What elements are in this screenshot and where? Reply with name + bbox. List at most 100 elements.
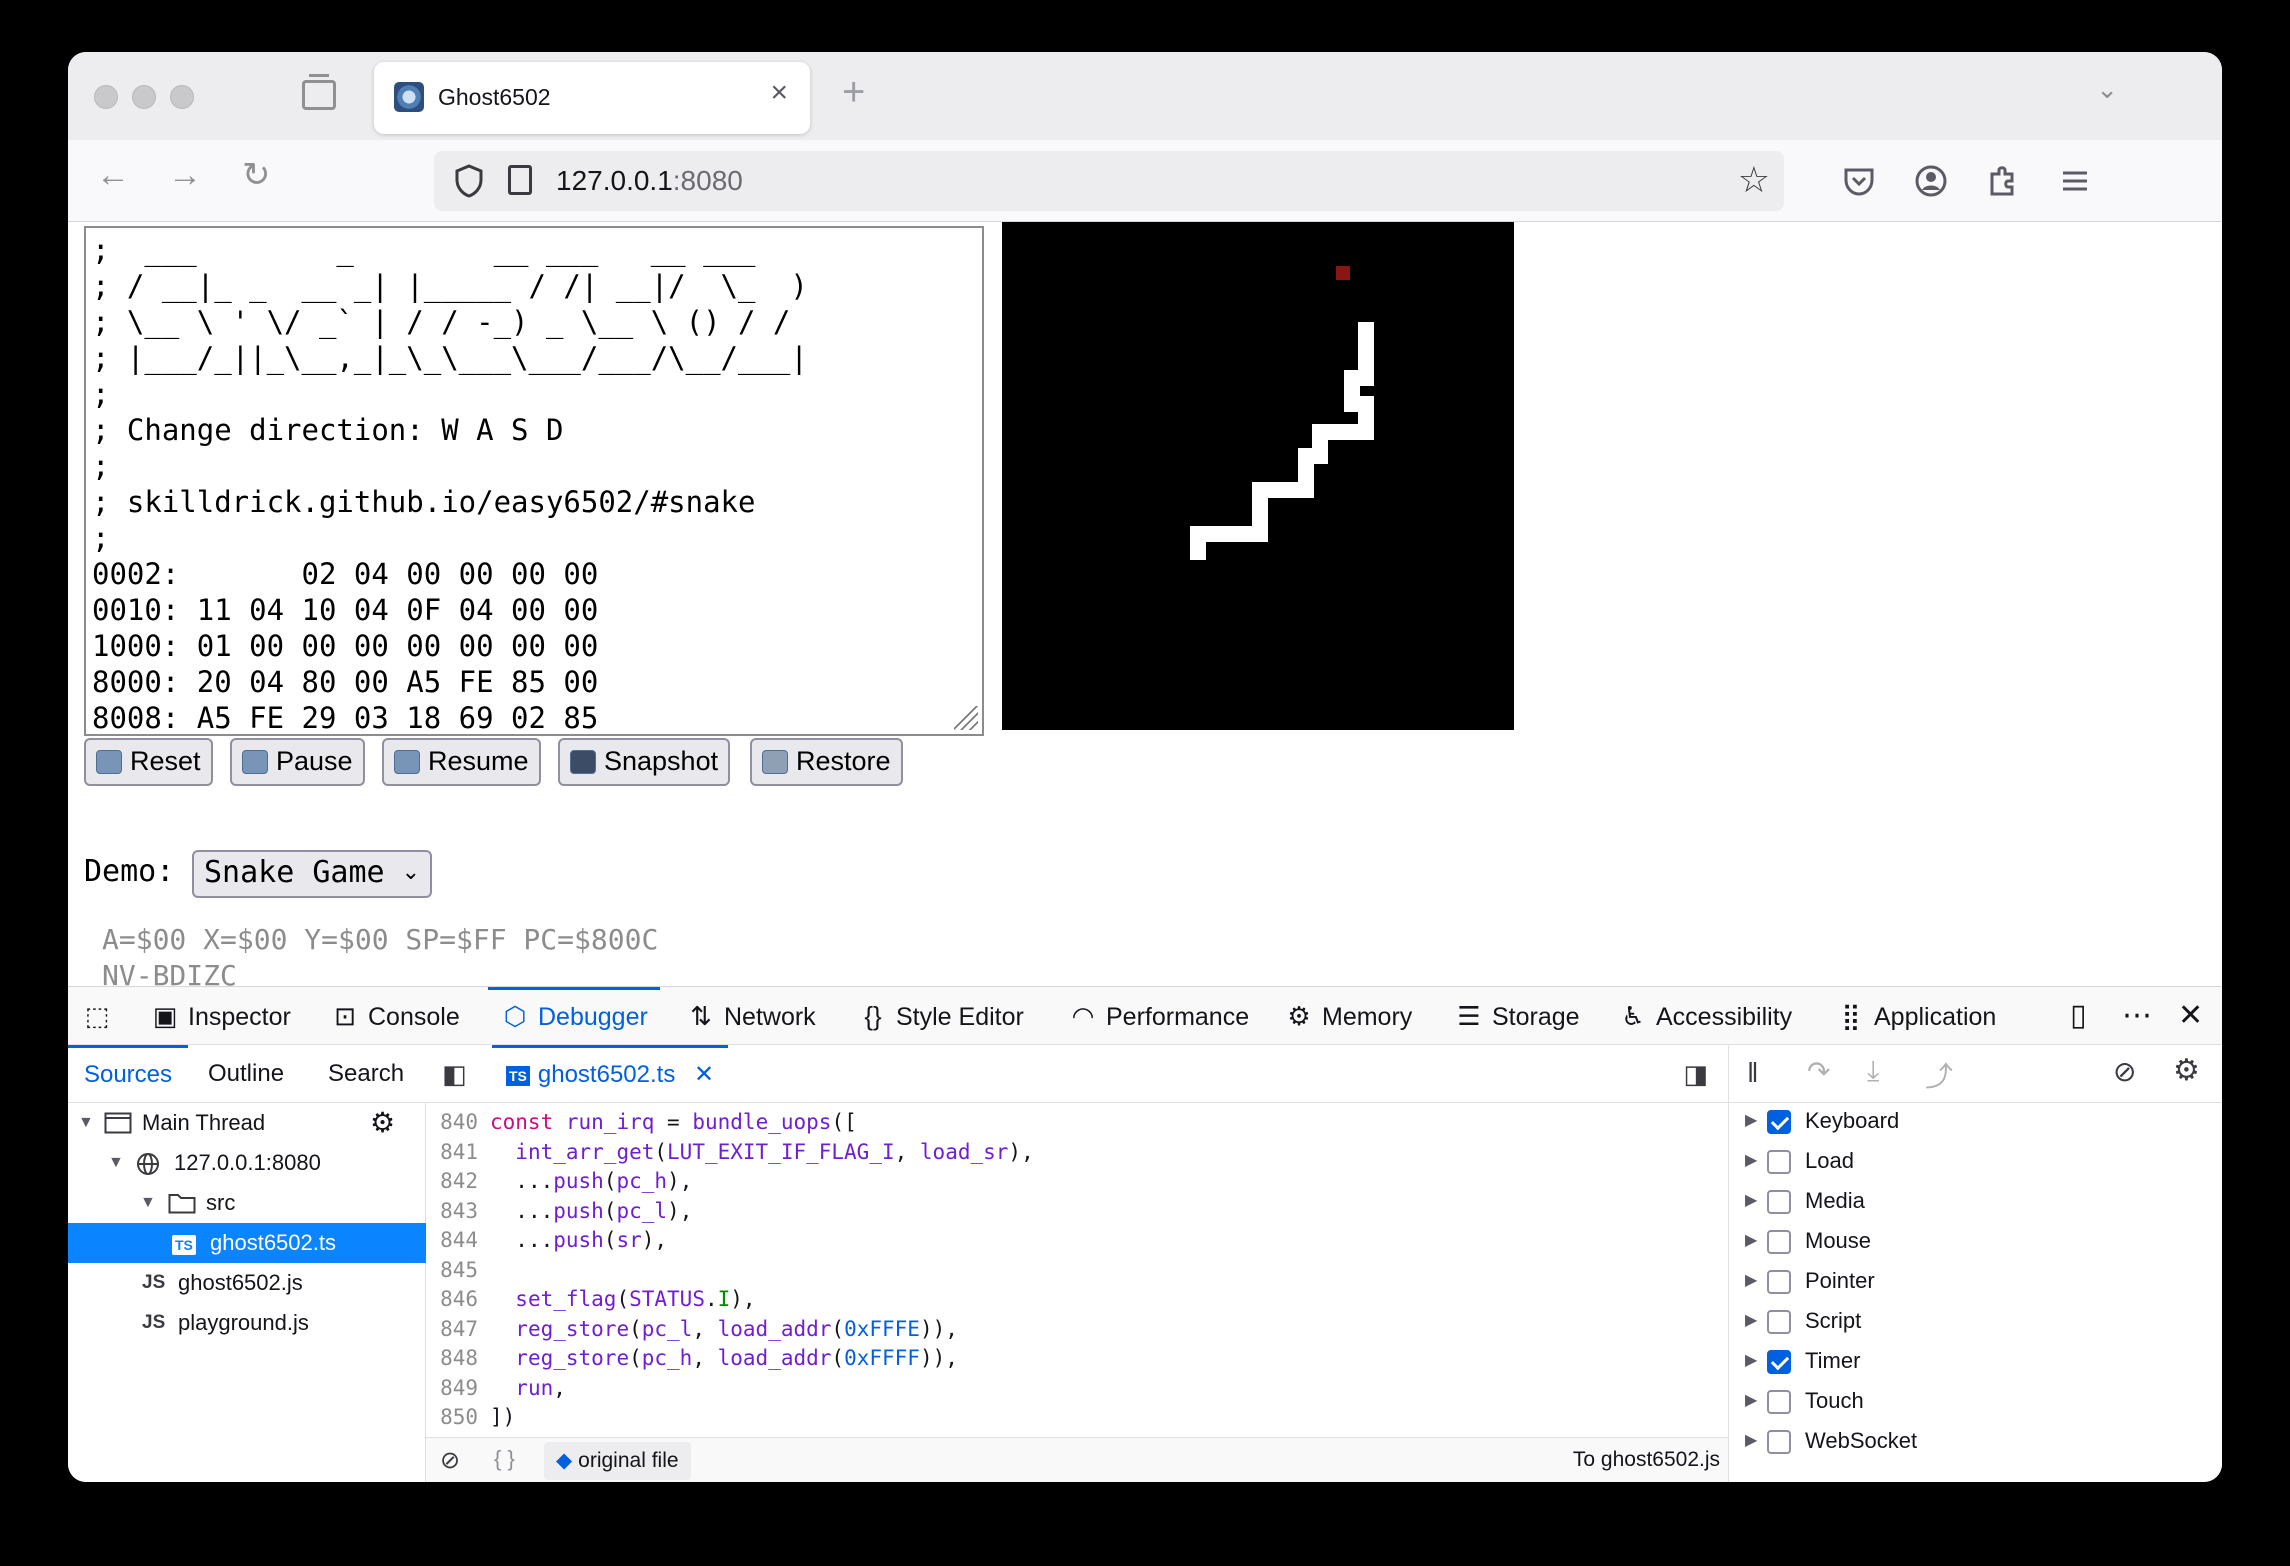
checkbox[interactable]	[1767, 1190, 1791, 1214]
tab-network[interactable]: ⇅ Network	[686, 987, 816, 1045]
line-number[interactable]: 843	[426, 1196, 478, 1226]
line-number[interactable]: 847	[426, 1314, 478, 1344]
minimize-window-button[interactable]	[132, 85, 156, 109]
code-line[interactable]: 846 set_flag(STATUS.I),	[426, 1284, 756, 1314]
reload-button[interactable]: ↻	[242, 158, 271, 192]
breakpoint-category-load[interactable]: ▶ Load	[1729, 1141, 2222, 1181]
assembly-textarea[interactable]: ; ___ _ __ ___ __ ___ ; / __|_ _ __ _| |…	[84, 226, 984, 736]
responsive-design-icon[interactable]: ▯	[2070, 1001, 2087, 1031]
back-button[interactable]: ←	[96, 158, 130, 192]
tab-storage[interactable]: ☰ Storage	[1454, 987, 1579, 1045]
extensions-icon[interactable]	[1986, 164, 2020, 198]
tab-style-editor[interactable]: {} Style Editor	[858, 987, 1024, 1045]
tree-item-host[interactable]: ▼ 127.0.0.1:8080	[68, 1143, 426, 1183]
gear-icon[interactable]: ⚙	[370, 1103, 395, 1143]
collapsed-arrow-icon[interactable]: ▶	[1745, 1221, 1757, 1261]
tree-item-ghost6502-js[interactable]: JS ghost6502.js	[68, 1263, 426, 1303]
blackbox-icon[interactable]: ⊘	[440, 1446, 460, 1475]
code-line[interactable]: 841 int_arr_get(LUT_EXIT_IF_FLAG_I, load…	[426, 1137, 1034, 1167]
toggle-breakpoints-pane-icon[interactable]: ◨	[1683, 1059, 1708, 1090]
line-number[interactable]: 840	[426, 1107, 478, 1137]
tab-application[interactable]: ⣿ Application	[1836, 987, 1996, 1045]
gear-icon[interactable]: ⚙	[2173, 1053, 2200, 1088]
tab-sources[interactable]: Sources	[68, 1045, 188, 1103]
collapsed-arrow-icon[interactable]: ▶	[1745, 1261, 1757, 1301]
editor-tab-ghost6502-ts[interactable]: TS ghost6502.ts ✕	[492, 1045, 729, 1103]
collapsed-arrow-icon[interactable]: ▶	[1745, 1141, 1757, 1181]
close-devtools-icon[interactable]: ✕	[2178, 1001, 2203, 1031]
shield-icon[interactable]	[454, 164, 484, 198]
line-number[interactable]: 841	[426, 1137, 478, 1167]
game-screen-canvas[interactable]	[1002, 222, 1514, 730]
checkbox[interactable]	[1767, 1150, 1791, 1174]
step-over-icon[interactable]: ↷	[1807, 1055, 1830, 1088]
restore-button[interactable]: Restore	[750, 738, 903, 786]
pause-button[interactable]: Pause	[230, 738, 365, 786]
code-line[interactable]: 843 ...push(pc_l),	[426, 1196, 692, 1226]
collapsed-arrow-icon[interactable]: ▶	[1745, 1101, 1757, 1141]
checkbox[interactable]	[1767, 1310, 1791, 1334]
element-picker-icon[interactable]: ⬚	[82, 987, 120, 1045]
pause-icon[interactable]: ‖	[1747, 1057, 1759, 1089]
snapshot-button[interactable]: Snapshot	[558, 738, 731, 786]
new-tab-button[interactable]: +	[842, 70, 865, 115]
reset-button[interactable]: Reset	[84, 738, 213, 786]
code-line[interactable]: 842 ...push(pc_h),	[426, 1166, 692, 1196]
menu-icon[interactable]	[2058, 164, 2092, 198]
toggle-sidebar-icon[interactable]: ◧	[442, 1059, 467, 1090]
line-number[interactable]: 849	[426, 1373, 478, 1403]
url-bar[interactable]: 127.0.0.1:8080 ☆	[434, 151, 1784, 211]
tab-outline[interactable]: Outline	[208, 1045, 284, 1103]
resume-button[interactable]: Resume	[382, 738, 541, 786]
collapsed-arrow-icon[interactable]: ▶	[1745, 1341, 1757, 1381]
close-tab-icon[interactable]: ×	[770, 78, 788, 108]
line-number[interactable]: 846	[426, 1284, 478, 1314]
code-line[interactable]: 840 const run_irq = bundle_uops([	[426, 1107, 857, 1137]
line-number[interactable]: 850	[426, 1402, 478, 1432]
code-editor[interactable]: 840 const run_irq = bundle_uops([841 int_…	[426, 1103, 1728, 1437]
breakpoint-category-keyboard[interactable]: ▶ Keyboard	[1729, 1101, 2222, 1141]
tree-item-folder[interactable]: ▼ src	[68, 1183, 426, 1223]
code-line[interactable]: 844 ...push(sr),	[426, 1225, 667, 1255]
tree-item-playground-js[interactable]: JS playground.js	[68, 1303, 426, 1343]
line-number[interactable]: 844	[426, 1225, 478, 1255]
line-number[interactable]: 842	[426, 1166, 478, 1196]
breakpoint-category-touch[interactable]: ▶ Touch	[1729, 1381, 2222, 1421]
breakpoint-category-timer[interactable]: ▶ Timer	[1729, 1341, 2222, 1381]
url-text[interactable]: 127.0.0.1:8080	[556, 165, 743, 197]
zoom-window-button[interactable]	[170, 85, 194, 109]
breakpoint-category-mouse[interactable]: ▶ Mouse	[1729, 1221, 2222, 1261]
tab-accessibility[interactable]: ♿ Accessibility	[1618, 987, 1792, 1045]
code-line[interactable]: 848 reg_store(pc_h, load_addr(0xFFFF)),	[426, 1343, 958, 1373]
code-line[interactable]: 849 run,	[426, 1373, 566, 1403]
checkbox[interactable]	[1767, 1350, 1791, 1374]
close-tab-icon[interactable]: ✕	[694, 1061, 714, 1088]
demo-select[interactable]: Snake Game ⌄	[192, 850, 432, 898]
mapped-source-link[interactable]: To ghost6502.js	[1573, 1448, 1720, 1472]
tree-item-ghost6502-ts[interactable]: TS ghost6502.ts	[68, 1223, 426, 1263]
tab-search[interactable]: Search	[328, 1045, 404, 1103]
pretty-print-icon[interactable]: { }	[494, 1446, 515, 1472]
code-line[interactable]: 850])	[426, 1402, 515, 1432]
deactivate-breakpoints-icon[interactable]: ⊘	[2113, 1055, 2136, 1088]
breakpoint-category-websocket[interactable]: ▶ WebSocket	[1729, 1421, 2222, 1461]
collapsed-arrow-icon[interactable]: ▶	[1745, 1301, 1757, 1341]
code-line[interactable]: 847 reg_store(pc_l, load_addr(0xFFFE)),	[426, 1314, 958, 1344]
checkbox[interactable]	[1767, 1390, 1791, 1414]
forward-button[interactable]: →	[168, 158, 202, 192]
checkbox[interactable]	[1767, 1430, 1791, 1454]
bookmark-star-icon[interactable]: ☆	[1738, 159, 1770, 201]
checkbox[interactable]	[1767, 1230, 1791, 1254]
breakpoint-category-media[interactable]: ▶ Media	[1729, 1181, 2222, 1221]
tab-console[interactable]: ⊡ Console	[330, 987, 460, 1045]
step-out-icon[interactable]: ⤴	[1925, 1055, 1953, 1095]
code-line[interactable]: 845	[426, 1255, 490, 1285]
original-file-toggle[interactable]: ◆ original file	[544, 1442, 691, 1480]
step-in-icon[interactable]: ⤓	[1867, 1055, 1879, 1088]
collapsed-arrow-icon[interactable]: ▶	[1745, 1181, 1757, 1221]
checkbox[interactable]	[1767, 1110, 1791, 1134]
collapsed-arrow-icon[interactable]: ▶	[1745, 1381, 1757, 1421]
close-window-button[interactable]	[94, 85, 118, 109]
more-options-icon[interactable]: ⋯	[2122, 1001, 2152, 1031]
collapsed-arrow-icon[interactable]: ▶	[1745, 1421, 1757, 1461]
